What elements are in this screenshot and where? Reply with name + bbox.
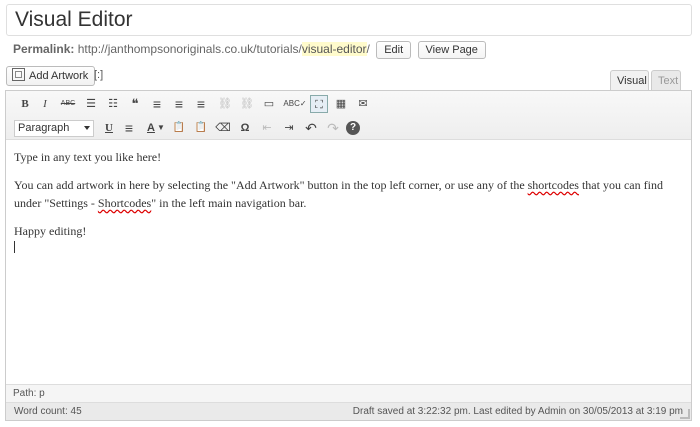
misspelled-word[interactable]: Shortcodes xyxy=(98,196,151,210)
email-icon[interactable]: ✉ xyxy=(354,95,372,113)
bullet-list-icon[interactable]: ☰ xyxy=(82,95,100,113)
view-page-button[interactable]: View Page xyxy=(417,40,486,59)
editor-container: B I ABC ☰ ☷ ❝ ≡ ≡ ≡ ⛓ ⛓ ▭ ABC✓ ⛶ ▦ ✉ Par… xyxy=(5,90,692,421)
align-center-icon[interactable]: ≡ xyxy=(170,95,188,113)
justify-icon[interactable]: ≡ xyxy=(120,119,138,137)
resize-handle-icon[interactable] xyxy=(680,409,690,419)
path-bar: Path: p xyxy=(6,384,691,402)
paste-word-icon[interactable]: 📋 xyxy=(192,119,210,137)
chevron-down-icon xyxy=(84,126,90,130)
draft-saved-info: Draft saved at 3:22:32 pm. Last edited b… xyxy=(352,406,683,417)
content-paragraph-2: You can add artwork in here by selecting… xyxy=(14,176,684,212)
edit-permalink-button[interactable]: Edit xyxy=(376,40,412,59)
undo-icon[interactable]: ↶ xyxy=(302,119,320,137)
post-title-input[interactable]: Visual Editor xyxy=(6,4,692,36)
permalink-row: Permalink: http://janthompsonoriginals.c… xyxy=(13,40,486,59)
format-select-value: Paragraph xyxy=(18,122,70,134)
tab-visual[interactable]: Visual xyxy=(610,70,649,90)
align-left-icon[interactable]: ≡ xyxy=(148,95,166,113)
numbered-list-icon[interactable]: ☷ xyxy=(104,95,122,113)
content-paragraph-3: Happy editing! xyxy=(14,224,87,238)
add-artwork-button[interactable]: Add Artwork xyxy=(6,66,96,86)
editor-content[interactable]: Type in any text you like here! You can … xyxy=(14,148,684,250)
fullscreen-icon[interactable]: ⛶ xyxy=(310,95,328,113)
redo-icon[interactable]: ↷ xyxy=(324,119,342,137)
add-media-icon xyxy=(12,68,25,81)
word-count: Word count: 45 xyxy=(14,406,82,417)
special-character-icon[interactable]: Ω xyxy=(236,119,254,137)
underline-icon[interactable]: U xyxy=(100,119,118,137)
clear-formatting-icon[interactable]: ⌫ xyxy=(214,119,232,137)
add-artwork-label: Add Artwork xyxy=(29,70,89,82)
editor-toolbar: B I ABC ☰ ☷ ❝ ≡ ≡ ≡ ⛓ ⛓ ▭ ABC✓ ⛶ ▦ ✉ Par… xyxy=(6,91,691,140)
outdent-icon[interactable]: ⇤ xyxy=(258,119,276,137)
tab-text[interactable]: Text xyxy=(651,70,681,90)
permalink-label: Permalink: xyxy=(13,42,75,56)
permalink-trailing: / xyxy=(366,42,370,56)
post-title-text: Visual Editor xyxy=(15,8,133,31)
strikethrough-icon[interactable]: ABC xyxy=(59,95,77,113)
format-select[interactable]: Paragraph xyxy=(14,120,94,137)
text-color-dropdown-icon[interactable]: ▼ xyxy=(156,119,166,137)
more-tag-icon[interactable]: ▭ xyxy=(260,95,278,113)
content-text: You can add artwork in here by selecting… xyxy=(14,178,528,192)
indent-icon[interactable]: ⇥ xyxy=(280,119,298,137)
unlink-icon[interactable]: ⛓ xyxy=(238,95,256,113)
text-caret xyxy=(14,241,15,253)
misspelled-word[interactable]: shortcodes xyxy=(528,178,579,192)
content-paragraph-1: Type in any text you like here! xyxy=(14,150,162,164)
extra-shortcode-button[interactable]: [:] xyxy=(94,69,103,81)
kitchen-sink-icon[interactable]: ▦ xyxy=(332,95,350,113)
align-right-icon[interactable]: ≡ xyxy=(192,95,210,113)
spellcheck-icon[interactable]: ABC✓ xyxy=(282,95,308,113)
permalink-slug[interactable]: visual-editor xyxy=(301,42,367,56)
bold-icon[interactable]: B xyxy=(16,95,34,113)
link-icon[interactable]: ⛓ xyxy=(216,95,234,113)
italic-icon[interactable]: I xyxy=(36,95,54,113)
blockquote-icon[interactable]: ❝ xyxy=(126,95,144,113)
status-bar: Word count: 45 Draft saved at 3:22:32 pm… xyxy=(6,402,691,420)
permalink-base-url: http://janthompsonoriginals.co.uk/tutori… xyxy=(77,42,302,56)
paste-text-icon[interactable]: 📋 xyxy=(170,119,188,137)
help-icon[interactable]: ? xyxy=(346,121,360,135)
content-text: " in the left main navigation bar. xyxy=(151,196,307,210)
